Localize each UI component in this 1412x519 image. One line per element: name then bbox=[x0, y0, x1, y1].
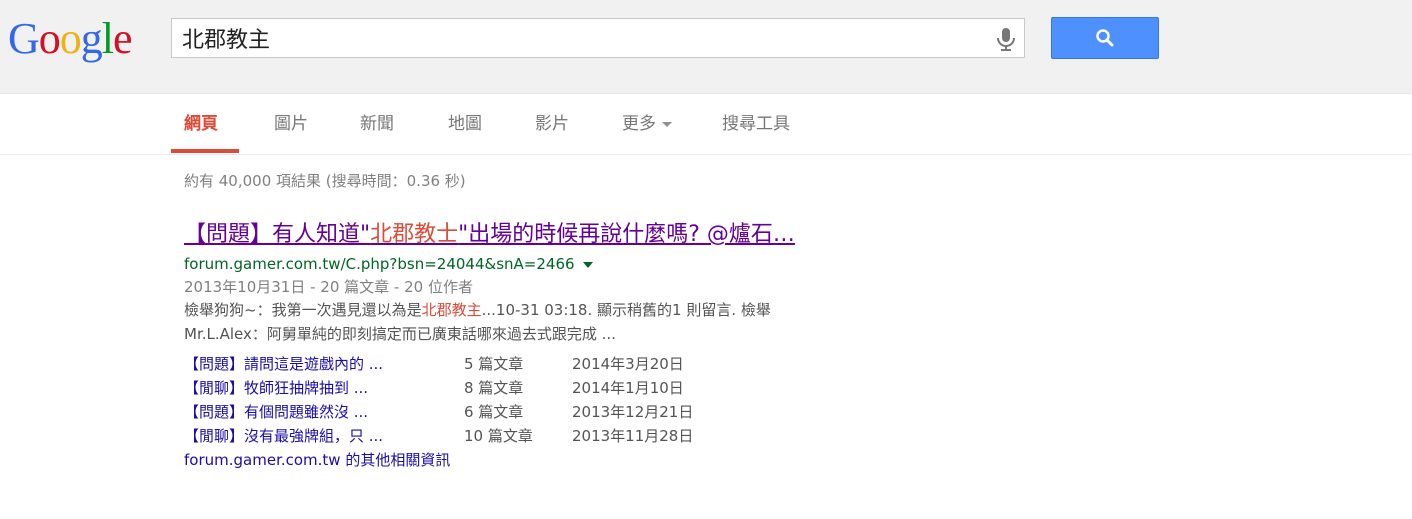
snippet-line: 檢舉狗狗~：我第一次遇見還以為是北郡教主...10-31 03:18. 顯示稍舊… bbox=[184, 298, 944, 322]
thread-post-count: 6 篇文章 bbox=[464, 403, 524, 421]
chevron-down-icon bbox=[662, 121, 672, 127]
result-title-link[interactable]: 【問題】有人知道"北郡教士"出場的時候再說什麼嗎? @爐石… bbox=[184, 220, 944, 250]
result-title-part: 【問題】有人知道" bbox=[184, 222, 371, 247]
more-info-link[interactable]: forum.gamer.com.tw 的其他相關資訊 bbox=[184, 448, 944, 472]
thread-post-count: 5 篇文章 bbox=[464, 355, 524, 373]
search-box bbox=[171, 18, 1025, 58]
list-item: 【問題】有個問題雖然沒 ... 6 篇文章 2013年12月21日 bbox=[184, 400, 944, 424]
search-result: 【問題】有人知道"北郡教士"出場的時候再說什麼嗎? @爐石… forum.gam… bbox=[184, 220, 944, 472]
snippet-text: 檢舉狗狗~：我第一次遇見還以為是 bbox=[184, 301, 422, 319]
thread-link[interactable]: 【問題】有個問題雖然沒 ... bbox=[184, 400, 368, 424]
result-stats: 約有 40,000 項結果 (搜尋時間：0.36 秒) bbox=[184, 172, 466, 190]
result-meta: 2013年10月31日 - 20 篇文章 - 20 位作者 bbox=[184, 278, 473, 296]
list-item: 【閒聊】沒有最強牌組，只 ... 10 篇文章 2013年11月28日 bbox=[184, 424, 944, 448]
logo-letter: G bbox=[8, 14, 40, 63]
thread-link[interactable]: 【閒聊】沒有最強牌組，只 ... bbox=[184, 424, 383, 448]
microphone-icon[interactable] bbox=[992, 25, 1020, 53]
result-title-part: "出場的時候再說什麼嗎? @爐石… bbox=[458, 222, 795, 247]
more-info-suffix: 的其他相關資訊 bbox=[340, 451, 451, 469]
search-tabs: 網頁 圖片 新聞 地圖 影片 更多 搜尋工具 bbox=[0, 94, 1412, 155]
tab-web[interactable]: 網頁 bbox=[184, 94, 218, 154]
tab-videos[interactable]: 影片 bbox=[535, 94, 569, 154]
thread-date: 2013年11月28日 bbox=[572, 427, 694, 445]
tab-more-label: 更多 bbox=[622, 114, 656, 134]
google-logo[interactable]: Google bbox=[8, 14, 133, 64]
snippet-highlight: 北郡教主 bbox=[421, 301, 482, 319]
logo-letter: e bbox=[113, 14, 133, 63]
result-snippet: 檢舉狗狗~：我第一次遇見還以為是北郡教主...10-31 03:18. 顯示稍舊… bbox=[184, 298, 944, 346]
thread-post-count: 10 篇文章 bbox=[464, 427, 533, 445]
tab-news[interactable]: 新聞 bbox=[360, 94, 394, 154]
dropdown-arrow-icon[interactable] bbox=[582, 261, 593, 268]
thread-date: 2014年3月20日 bbox=[572, 355, 684, 373]
result-url-line: forum.gamer.com.tw/C.php?bsn=24044&snA=2… bbox=[184, 254, 944, 274]
list-item: 【問題】請問這是遊戲內的 ... 5 篇文章 2014年3月20日 bbox=[184, 352, 944, 376]
thread-post-count: 8 篇文章 bbox=[464, 379, 524, 397]
result-title-highlight: 北郡教士 bbox=[370, 222, 459, 247]
tab-images[interactable]: 圖片 bbox=[274, 94, 308, 154]
snippet-text: ...10-31 03:18. 顯示稍舊的1 則留言. 檢舉 bbox=[481, 301, 771, 319]
search-button[interactable] bbox=[1051, 17, 1159, 59]
tab-maps[interactable]: 地圖 bbox=[448, 94, 482, 154]
related-threads: 【問題】請問這是遊戲內的 ... 5 篇文章 2014年3月20日 【閒聊】牧師… bbox=[184, 352, 944, 448]
result-url: forum.gamer.com.tw/C.php?bsn=24044&snA=2… bbox=[184, 255, 575, 273]
logo-letter: l bbox=[101, 14, 114, 63]
header-bar: Google bbox=[0, 0, 1412, 94]
logo-letter: g bbox=[80, 14, 103, 63]
active-tab-indicator bbox=[171, 149, 239, 153]
logo-letter: o bbox=[59, 14, 82, 63]
snippet-line: Mr.L.Alex：阿舅單純的即刻搞定而已廣東話哪來過去式跟完成 ... bbox=[184, 325, 616, 343]
list-item: 【閒聊】牧師狂抽牌抽到 ... 8 篇文章 2014年1月10日 bbox=[184, 376, 944, 400]
thread-link[interactable]: 【閒聊】牧師狂抽牌抽到 ... bbox=[184, 376, 368, 400]
thread-link[interactable]: 【問題】請問這是遊戲內的 ... bbox=[184, 352, 383, 376]
logo-letter: o bbox=[38, 14, 61, 63]
more-info-site: forum.gamer.com.tw bbox=[184, 451, 341, 469]
thread-date: 2013年12月21日 bbox=[572, 403, 694, 421]
tab-more[interactable]: 更多 bbox=[622, 94, 672, 154]
search-icon bbox=[1096, 29, 1114, 47]
search-input[interactable] bbox=[172, 19, 972, 57]
thread-date: 2014年1月10日 bbox=[572, 379, 684, 397]
tab-search-tools[interactable]: 搜尋工具 bbox=[722, 94, 790, 154]
